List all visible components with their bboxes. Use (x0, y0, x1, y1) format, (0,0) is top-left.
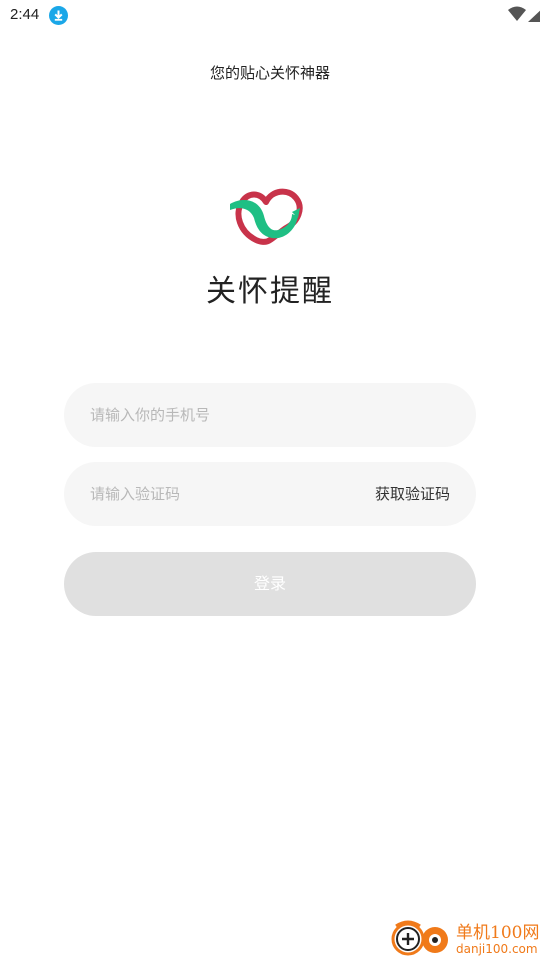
watermark-title: 单机100网 (456, 923, 540, 943)
wifi-icon (508, 6, 526, 26)
login-button[interactable]: 登录 (64, 552, 476, 616)
watermark-url: danji100.com (456, 942, 538, 956)
status-bar: 2:44 (0, 0, 540, 30)
verification-code-field: 获取验证码 (64, 462, 476, 526)
phone-field (64, 383, 476, 447)
app-name: 关怀提醒 (206, 274, 334, 309)
phone-input[interactable] (90, 383, 450, 447)
download-icon (49, 6, 68, 25)
signal-icon (528, 6, 540, 26)
get-code-button[interactable]: 获取验证码 (375, 462, 450, 526)
login-screen: 2:44 您的贴心关怀神器 关怀提醒 请输入你的手机号 请输入验证码 获取验证码… (0, 0, 540, 960)
verification-code-input[interactable] (90, 462, 350, 526)
tagline: 您的贴心关怀神器 (209, 64, 330, 82)
watermark-logo-icon (390, 918, 452, 958)
watermark: 单机100网 danji100.com (390, 916, 540, 960)
heart-leaf-logo (226, 182, 306, 246)
status-time: 2:44 (10, 6, 40, 23)
